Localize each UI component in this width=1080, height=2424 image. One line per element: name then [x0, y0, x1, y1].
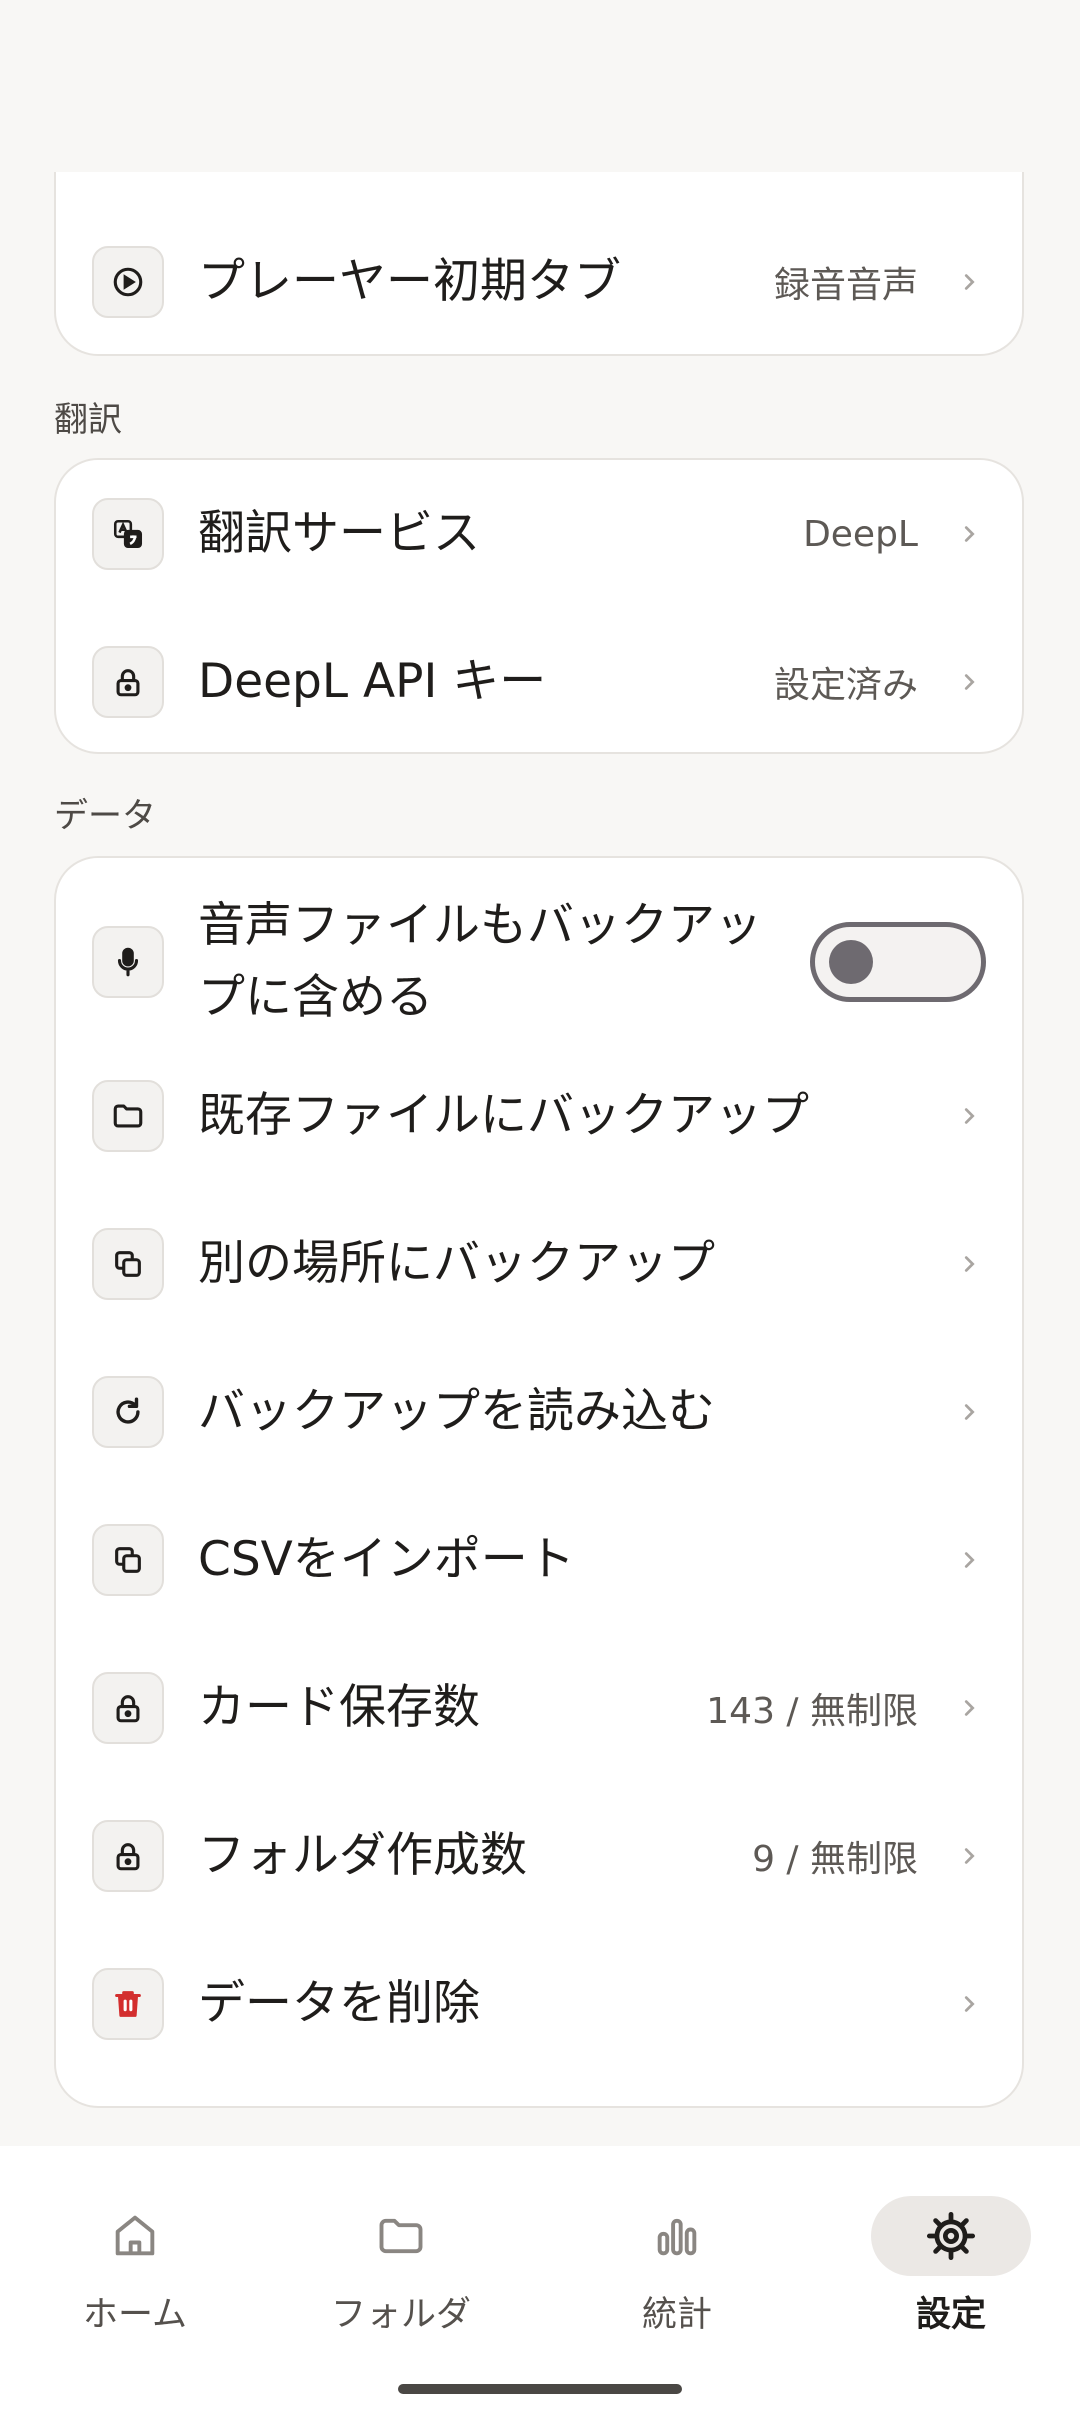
- copy-icon: [92, 1228, 164, 1300]
- backup-existing-file-label: 既存ファイルにバックアップ: [198, 1088, 809, 1143]
- data-settings-card: 音声ファイルもバックアップに含める 既存ファイルにバックアップ 別の場所にバック…: [54, 856, 1024, 2108]
- translation-section-title: 翻訳: [54, 400, 122, 440]
- nav-item-home[interactable]: ホーム: [0, 2146, 270, 2346]
- folder-count-row[interactable]: フォルダ作成数 9 / 無制限: [56, 1820, 1022, 1892]
- translation-settings-card: 翻訳サービス DeepL DeepL API キー 設定済み: [54, 458, 1024, 754]
- chevron-right-icon: [956, 1399, 982, 1425]
- playback-settings-card: プレーヤー初期タブ 録音音声: [54, 172, 1024, 356]
- player-initial-tab-row[interactable]: プレーヤー初期タブ 録音音声: [56, 246, 1022, 318]
- delete-data-label: データを削除: [198, 1976, 480, 2031]
- translate-icon: [92, 498, 164, 570]
- lock-icon: [92, 1820, 164, 1892]
- bottom-navigation: ホーム フォルダ 統計 設定: [0, 2146, 1080, 2424]
- deepl-api-key-label: DeepL API キー: [198, 654, 547, 709]
- backup-audio-label: 音声ファイルもバックアップに含める: [198, 898, 762, 1025]
- chevron-right-icon: [956, 521, 982, 547]
- translation-service-row[interactable]: 翻訳サービス DeepL: [56, 498, 1022, 570]
- nav-item-settings[interactable]: 設定: [816, 2146, 1080, 2346]
- card-count-value: 143 / 無制限: [706, 1691, 918, 1732]
- backup-audio-toggle[interactable]: [810, 922, 986, 1002]
- chevron-right-icon: [956, 669, 982, 695]
- nav-item-folder[interactable]: フォルダ: [266, 2146, 536, 2346]
- copy-icon: [92, 1524, 164, 1596]
- import-csv-label: CSVをインポート: [198, 1532, 575, 1587]
- folder-icon: [321, 2196, 481, 2276]
- lock-icon: [92, 1672, 164, 1744]
- chevron-right-icon: [956, 1251, 982, 1277]
- nav-label-folder: フォルダ: [330, 2295, 471, 2335]
- lock-icon: [92, 646, 164, 718]
- import-csv-row[interactable]: CSVをインポート: [56, 1524, 1022, 1596]
- chevron-right-icon: [956, 1547, 982, 1573]
- delete-data-row[interactable]: データを削除: [56, 1968, 1022, 2040]
- chevron-right-icon: [956, 1991, 982, 2017]
- bar-chart-icon: [597, 2196, 757, 2276]
- chevron-right-icon: [956, 1103, 982, 1129]
- backup-other-location-row[interactable]: 別の場所にバックアップ: [56, 1228, 1022, 1300]
- card-count-row[interactable]: カード保存数 143 / 無制限: [56, 1672, 1022, 1744]
- load-backup-label: バックアップを読み込む: [198, 1384, 715, 1439]
- trash-icon: [92, 1968, 164, 2040]
- translation-service-value: DeepL: [803, 513, 918, 555]
- settings-screen: プレーヤー初期タブ 録音音声 翻訳 翻訳サービス DeepL DeepL API…: [0, 0, 1080, 2424]
- nav-label-stats: 統計: [641, 2295, 712, 2335]
- home-icon: [55, 2196, 215, 2276]
- gear-icon: [871, 2196, 1031, 2276]
- play-circle-icon: [92, 246, 164, 318]
- home-indicator[interactable]: [398, 2384, 682, 2394]
- folder-count-label: フォルダ作成数: [198, 1828, 527, 1883]
- deepl-api-key-row[interactable]: DeepL API キー 設定済み: [56, 646, 1022, 718]
- translation-service-label: 翻訳サービス: [198, 506, 480, 561]
- chevron-right-icon: [956, 1695, 982, 1721]
- chevron-right-icon: [956, 269, 982, 295]
- nav-label-home: ホーム: [83, 2295, 187, 2335]
- backup-other-location-label: 別の場所にバックアップ: [198, 1236, 715, 1291]
- backup-existing-file-row[interactable]: 既存ファイルにバックアップ: [56, 1080, 1022, 1152]
- backup-audio-row[interactable]: 音声ファイルもバックアップに含める: [56, 890, 1022, 1034]
- nav-item-stats[interactable]: 統計: [542, 2146, 812, 2346]
- chevron-right-icon: [956, 1843, 982, 1869]
- player-initial-tab-label: プレーヤー初期タブ: [198, 254, 621, 309]
- deepl-api-key-value: 設定済み: [773, 665, 918, 706]
- player-initial-tab-value: 録音音声: [773, 265, 918, 306]
- folder-count-value: 9 / 無制限: [752, 1839, 918, 1880]
- load-backup-row[interactable]: バックアップを読み込む: [56, 1376, 1022, 1448]
- folder-icon: [92, 1080, 164, 1152]
- nav-label-settings: 設定: [915, 2295, 986, 2335]
- toggle-knob: [829, 940, 873, 984]
- data-section-title: データ: [54, 796, 156, 836]
- card-count-label: カード保存数: [198, 1680, 480, 1735]
- refresh-icon: [92, 1376, 164, 1448]
- microphone-icon: [92, 926, 164, 998]
